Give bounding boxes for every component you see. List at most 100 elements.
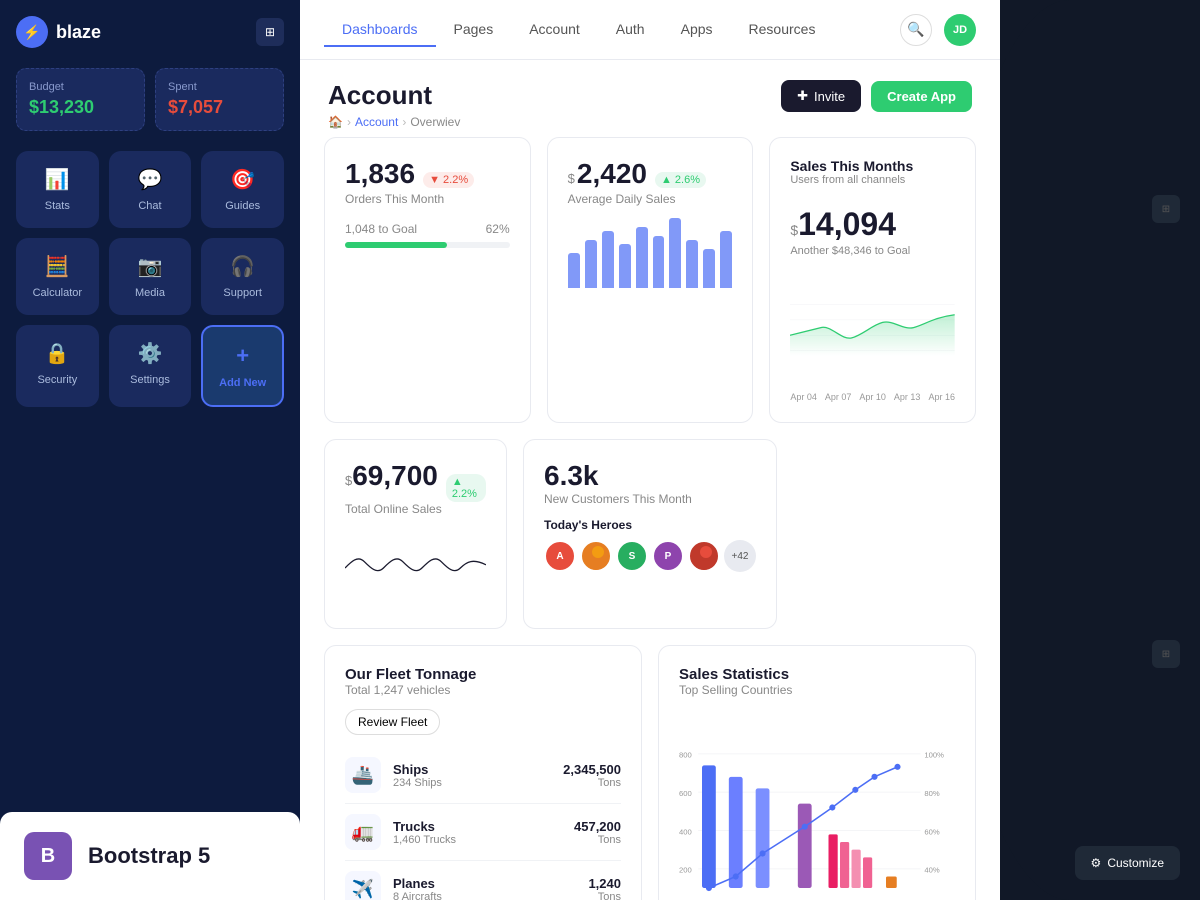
bar [568,253,580,288]
bar [619,244,631,288]
guides-icon: 🎯 [230,167,255,192]
planes-num: 1,240 [588,876,621,891]
sidebar-item-support[interactable]: 🎧 Support [201,238,284,315]
wavy-svg [345,528,486,608]
logo-icon: ⚡ [16,16,48,48]
ships-unit: Tons [563,777,621,789]
sales-big-row: $ 14,094 [790,196,955,243]
sidebar-menu-icon[interactable]: ⊞ [256,18,284,46]
create-app-button[interactable]: Create App [871,81,972,112]
budget-cards: Budget $13,230 Spent $7,057 [16,68,284,131]
fleet-row-trucks: 🚛 Trucks 1,460 Trucks 457,200 Tons [345,804,621,861]
bar [653,236,665,289]
sales-stats-sub: Top Selling Countries [679,683,955,697]
sales-stats-chart: 800 600 400 200 100% 80% 60% 40% [679,709,955,900]
tab-resources[interactable]: Resources [731,13,834,47]
planes-val: 1,240 Tons [588,876,621,900]
svg-text:200: 200 [679,866,692,875]
daily-sales-card: $ 2,420 ▲ 2.6% Average Daily Sales [547,137,754,423]
user-avatar[interactable]: JD [944,14,976,46]
bootstrap-logo: B [24,832,72,880]
sidebar-header: ⚡ blaze ⊞ [16,16,284,48]
daily-sales-value: 2,420 [577,158,647,190]
chat-icon: 💬 [138,167,163,192]
tab-pages[interactable]: Pages [436,13,512,47]
tab-account[interactable]: Account [511,13,598,47]
sidebar-item-chat[interactable]: 💬 Chat [109,151,192,228]
x-label-2: Apr 07 [825,392,852,402]
fleet-row-ships: 🚢 Ships 234 Ships 2,345,500 Tons [345,747,621,804]
sidebar-item-guides[interactable]: 🎯 Guides [201,151,284,228]
sales-stats-svg: 800 600 400 200 100% 80% 60% 40% [679,709,955,900]
right-panel-icon-top[interactable]: ⊞ [1152,195,1180,223]
calculator-icon: 🧮 [45,254,70,279]
customize-button[interactable]: ⚙ Customize [1075,846,1180,880]
fleet-info-planes: Planes 8 Aircrafts [393,876,576,900]
daily-sales-chart [568,218,733,288]
spent-label: Spent [168,81,271,93]
logo-text: blaze [56,22,101,43]
sales-month-card: Sales This Months Users from all channel… [769,137,976,423]
orders-value-row: 1,836 ▼ 2.2% [345,158,510,190]
sales-chart-area: Apr 04 Apr 07 Apr 10 Apr 13 Apr 16 [790,265,955,402]
orders-badge: ▼ 2.2% [423,172,474,188]
trucks-name: Trucks [393,819,562,834]
tab-dashboards[interactable]: Dashboards [324,13,436,47]
bar [669,218,681,288]
sidebar-item-settings[interactable]: ⚙️ Settings [109,325,192,407]
tab-auth[interactable]: Auth [598,13,663,47]
sidebar-item-media[interactable]: 📷 Media [109,238,192,315]
heroes-avatars: A S P +42 [544,540,756,572]
sales-note: Another $48,346 to Goal [790,245,955,257]
search-button[interactable]: 🔍 [900,14,932,46]
progress-bar-fill [345,242,447,248]
tab-apps[interactable]: Apps [663,13,731,47]
dashboard-content: 1,836 ▼ 2.2% Orders This Month 1,048 to … [300,137,1000,900]
sidebar-item-label: Stats [45,200,70,212]
sidebar-item-security[interactable]: 🔒 Security [16,325,99,407]
breadcrumb-home-icon: 🏠 [328,115,343,129]
spent-value: $7,057 [168,97,271,118]
customize-icon: ⚙ [1091,856,1102,870]
sidebar-item-label: Security [37,374,77,386]
right-panel-icon-mid[interactable]: ⊞ [1152,640,1180,668]
fleet-info-trucks: Trucks 1,460 Trucks [393,819,562,846]
svg-text:40%: 40% [924,866,940,875]
svg-text:60%: 60% [924,827,940,836]
sidebar-item-add-new[interactable]: + Add New [201,325,284,407]
online-sales-row: $ 69,700 ▲ 2.2% [345,460,486,502]
breadcrumb: 🏠 › Account › Overwiev [328,115,460,129]
wavy-chart [345,528,486,608]
fleet-card: Our Fleet Tonnage Total 1,247 vehicles R… [324,645,642,900]
online-sales-badge: ▲ 2.2% [446,474,486,502]
media-icon: 📷 [138,254,163,279]
breadcrumb-current: Overwiev [410,115,460,129]
spent-card: Spent $7,057 [155,68,284,131]
x-label-4: Apr 13 [894,392,921,402]
bar [602,231,614,288]
page-title: Account [328,80,460,111]
trucks-unit: Tons [574,834,621,846]
bar [686,240,698,288]
ships-count: 234 Ships [393,777,551,789]
progress-bar-bg [345,242,510,248]
bar [720,231,732,288]
breadcrumb-account[interactable]: Account [355,115,398,129]
bootstrap-text: Bootstrap 5 [88,843,210,869]
review-fleet-button[interactable]: Review Fleet [345,709,440,735]
budget-card: Budget $13,230 [16,68,145,131]
invite-button[interactable]: ✚ Invite [781,80,861,112]
online-dollar: $ [345,473,352,488]
page-header: Account 🏠 › Account › Overwiev ✚ Invite … [300,60,1000,137]
ships-num: 2,345,500 [563,762,621,777]
sidebar-item-calculator[interactable]: 🧮 Calculator [16,238,99,315]
sidebar-item-label: Calculator [33,287,83,299]
x-axis-labels: Apr 04 Apr 07 Apr 10 Apr 13 Apr 16 [790,392,955,402]
sidebar-item-stats[interactable]: 📊 Stats [16,151,99,228]
sales-line-chart [790,265,955,385]
orders-progress-area: 1,048 to Goal 62% [345,222,510,248]
orders-card: 1,836 ▼ 2.2% Orders This Month 1,048 to … [324,137,531,423]
security-icon: 🔒 [45,341,70,366]
trucks-num: 457,200 [574,819,621,834]
bar [636,227,648,288]
